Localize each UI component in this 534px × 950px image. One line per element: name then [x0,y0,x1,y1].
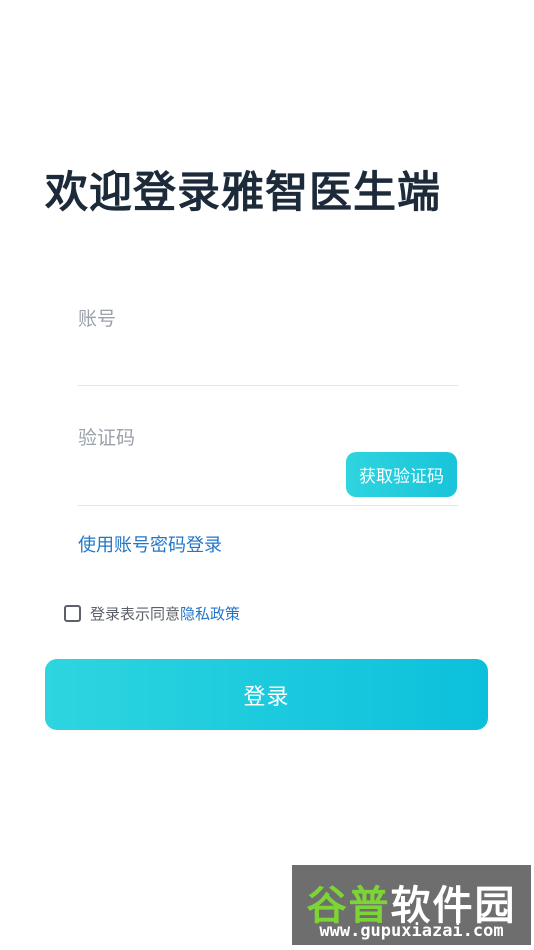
verification-code-label: 验证码 [78,427,136,449]
login-button[interactable]: 登录 [45,659,488,730]
verification-code-input[interactable] [78,462,332,496]
account-label: 账号 [78,308,117,330]
privacy-policy-link[interactable]: 隐私政策 [180,603,240,624]
privacy-agree-checkbox[interactable] [64,605,81,622]
privacy-agreement-row: 登录表示同意 隐私政策 [64,603,240,624]
code-divider [78,505,458,506]
account-input[interactable] [78,340,382,374]
agree-text: 登录表示同意 [90,605,181,623]
get-verification-code-button[interactable]: 获取验证码 [346,452,457,497]
watermark-url: www.gupuxiazai.com [319,921,504,941]
page-title: 欢迎登录雅智医生端 [45,168,441,218]
login-page: 欢迎登录雅智医生端 账号 验证码 获取验证码 使用账号密码登录 登录表示同意 隐… [0,0,534,950]
account-divider [78,385,458,386]
watermark-logo: 谷普软件园 www.gupuxiazai.com [292,865,531,945]
password-login-link[interactable]: 使用账号密码登录 [78,531,222,557]
